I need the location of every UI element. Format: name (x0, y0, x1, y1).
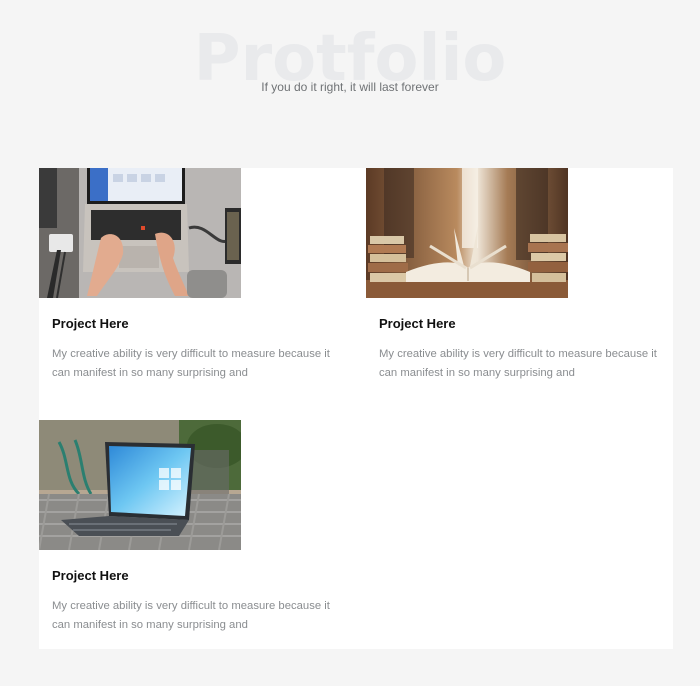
project-description: My creative ability is very difficult to… (379, 348, 657, 379)
laptop-outdoor-photo[interactable] (39, 420, 241, 550)
project-title[interactable]: Project Here (52, 316, 129, 331)
portfolio-tagline: If you do it right, it will last forever (261, 80, 439, 94)
projects-panel: Project Here My creative ability is very… (39, 168, 673, 649)
project-description: My creative ability is very difficult to… (52, 348, 330, 379)
project-description: My creative ability is very difficult to… (52, 600, 330, 631)
portfolio-header: Protfolio If you do it right, it will la… (0, 0, 700, 140)
project-title[interactable]: Project Here (379, 316, 456, 331)
portfolio-page: Protfolio If you do it right, it will la… (0, 0, 700, 686)
library-books-photo[interactable] (366, 168, 568, 298)
laptop-typing-photo[interactable] (39, 168, 241, 298)
project-title[interactable]: Project Here (52, 568, 129, 583)
